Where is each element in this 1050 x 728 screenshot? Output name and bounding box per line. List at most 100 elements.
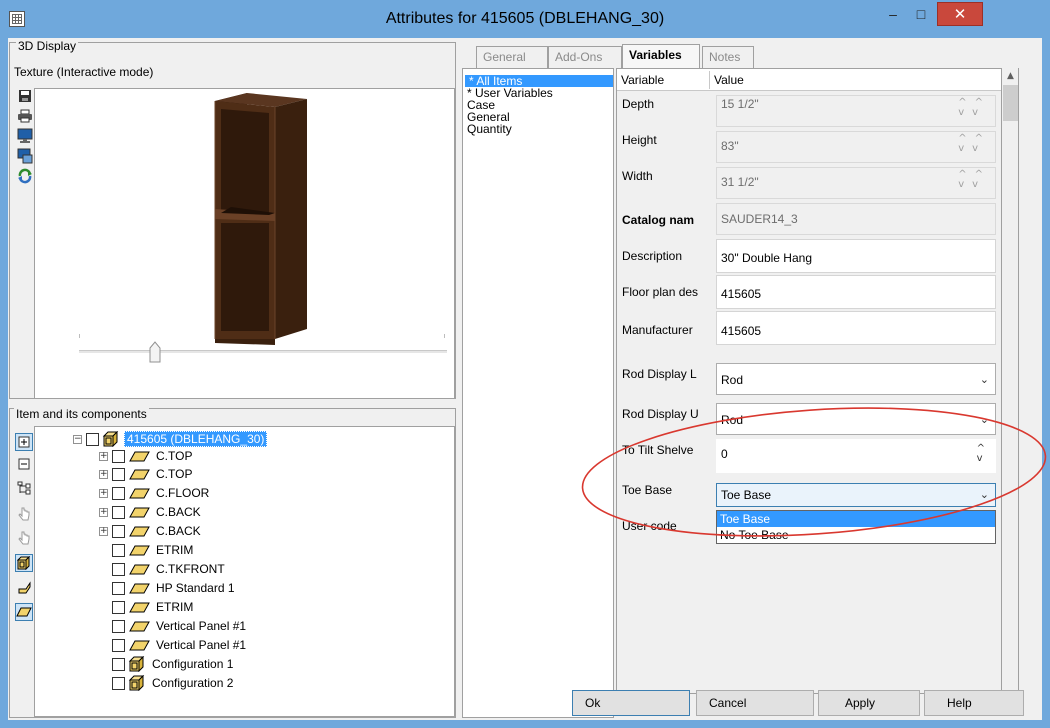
category-quantity[interactable]: Quantity [463,123,613,135]
tree-item[interactable]: + C.BACK [99,522,203,540]
tree-item-label: C.BACK [156,505,201,519]
catalog-name-field[interactable]: SAUDER14_3 [716,203,996,235]
item-checkbox[interactable] [112,486,125,500]
3d-viewport[interactable] [34,88,455,399]
chevron-down-icon[interactable]: ⌄ [980,484,989,506]
spin-arrows-icon[interactable]: ^^ vv [958,134,991,154]
tree-item[interactable]: HP Standard 1 [99,579,237,597]
tree-item-root[interactable]: − 415605 (DBLEHANG_30) [73,430,268,448]
spin-arrows-icon[interactable]: ^ v [977,444,985,464]
tree-item[interactable]: C.TKFRONT [99,560,227,578]
scroll-up-icon[interactable]: ▲ [1002,68,1019,85]
expand-toggle[interactable]: + [99,526,108,536]
title-bar[interactable]: Attributes for 415605 (DBLEHANG_30) – □ … [0,0,1050,38]
tab-notes[interactable]: Notes [702,46,754,68]
tab-variables[interactable]: Variables [622,44,700,68]
tilt-shelve-field[interactable]: 0 ^ v [716,439,996,473]
hierarchy-icon[interactable] [15,479,33,497]
expand-all-icon[interactable] [15,433,33,451]
description-field[interactable]: 30" Double Hang [716,239,996,273]
print-icon[interactable] [16,107,34,125]
tree-item[interactable]: Configuration 1 [99,655,235,673]
tree-item[interactable]: + C.BACK [99,503,203,521]
cancel-button[interactable]: Cancel [696,690,814,716]
width-value: 31 1/2" [721,175,759,189]
expand-toggle[interactable]: + [99,507,108,517]
item-checkbox[interactable] [112,638,125,652]
toe-base-select[interactable]: Toe Base ⌄ [716,483,996,507]
ok-button[interactable]: Ok [572,690,690,716]
cube-icon[interactable] [15,554,33,572]
item-checkbox[interactable] [112,562,125,576]
item-checkbox[interactable] [86,432,99,446]
monitor-icon[interactable] [16,127,34,145]
panel-icon [129,488,150,499]
expand-toggle[interactable]: + [99,469,108,479]
help-button[interactable]: Help [924,690,1024,716]
manufacturer-field[interactable]: 415605 [716,311,996,345]
item-checkbox[interactable] [112,524,125,538]
tree-item[interactable]: ETRIM [99,598,195,616]
spin-arrows-icon[interactable]: ^^ vv [958,170,991,190]
item-checkbox[interactable] [112,619,125,633]
toe-base-dropdown-list[interactable]: Toe Base No Toe Base [716,510,996,544]
3d-display-group: 3D Display Texture (Interactive mode) [9,40,456,399]
variables-scrollbar[interactable]: ▲ [1002,68,1019,694]
export-icon[interactable] [16,147,34,165]
configuration-icon [128,656,145,672]
item-checkbox[interactable] [112,467,125,481]
item-checkbox[interactable] [112,449,125,463]
tree-item[interactable]: Configuration 2 [99,674,235,692]
item-checkbox[interactable] [112,676,125,690]
floor-plan-field[interactable]: 415605 [716,275,996,309]
tree-item-label: ETRIM [156,600,194,614]
save-icon[interactable] [16,87,34,105]
item-checkbox[interactable] [112,581,125,595]
tab-add-ons[interactable]: Add-Ons [548,46,622,68]
tree-item[interactable]: + C.FLOOR [99,484,211,502]
tree-item[interactable]: ETRIM [99,541,195,559]
apply-button[interactable]: Apply [818,690,920,716]
tree-item[interactable]: Vertical Panel #1 [99,617,248,635]
panel-icon [129,526,150,537]
expand-toggle[interactable]: + [99,488,108,498]
variables-grid: Variable Value Depth 15 1/2" ^^ vv Height… [616,68,1002,694]
panel-side-icon[interactable] [15,579,33,597]
panel-flat-icon[interactable] [15,603,33,621]
close-button[interactable]: ✕ [937,2,983,26]
scrollbar-thumb[interactable] [1003,85,1018,121]
variable-category-list[interactable]: * All Items * User Variables Case Genera… [462,68,614,718]
zoom-slider-thumb[interactable] [149,341,161,363]
maximize-button[interactable]: □ [908,2,934,26]
option-no-toe-base[interactable]: No Toe Base [717,527,995,543]
rod-display-u-select[interactable]: Rod ⌄ [716,403,996,435]
tree-item[interactable]: + C.TOP [99,465,194,483]
tree-item[interactable]: + C.TOP [99,447,194,465]
refresh-icon[interactable] [16,167,34,185]
depth-field[interactable]: 15 1/2" ^^ vv [716,95,996,127]
collapse-toggle[interactable]: − [73,434,82,444]
rod-display-l-select[interactable]: Rod ⌄ [716,363,996,395]
item-checkbox[interactable] [112,543,125,557]
item-checkbox[interactable] [112,600,125,614]
component-tree[interactable]: − 415605 (DBLEHANG_30) + C.TOP + C.TOP +… [34,426,455,717]
item-checkbox[interactable] [112,505,125,519]
chevron-down-icon[interactable]: ⌄ [980,404,989,436]
collapse-all-icon[interactable] [15,455,33,473]
minimize-button[interactable]: – [880,2,906,26]
tree-item[interactable]: Vertical Panel #1 [99,636,248,654]
option-toe-base[interactable]: Toe Base [717,511,995,527]
item-checkbox[interactable] [112,657,125,671]
spin-arrows-icon[interactable]: ^^ vv [958,98,991,118]
expand-toggle[interactable]: + [99,451,108,461]
pointer-alt-icon[interactable] [15,529,33,547]
variable-row-floor-plan: Floor plan des 415605 [617,275,1001,309]
chevron-down-icon[interactable]: ⌄ [980,364,989,396]
tab-general[interactable]: General [476,46,548,68]
pointer-icon[interactable] [15,505,33,523]
width-field[interactable]: 31 1/2" ^^ vv [716,167,996,199]
height-field[interactable]: 83" ^^ vv [716,131,996,163]
zoom-slider-track[interactable] [79,350,447,354]
column-variable-header: Variable [621,73,665,87]
